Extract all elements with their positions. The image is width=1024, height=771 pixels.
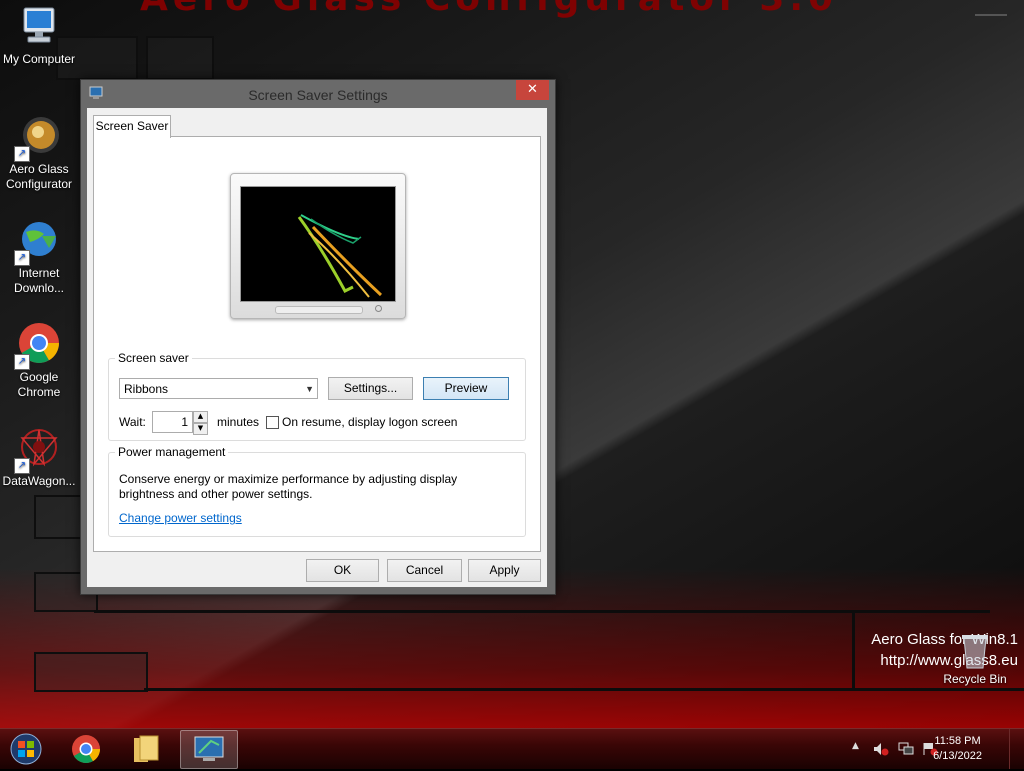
stepper-down-icon[interactable]: ▼ [193, 423, 208, 435]
icon-label: Google Chrome [17, 370, 61, 399]
monitor-base [275, 306, 363, 314]
wait-label: Wait: [119, 415, 146, 429]
preview-screen [240, 186, 396, 302]
wallpaper-line [144, 688, 1024, 691]
screen-saver-icon [194, 736, 224, 761]
desktop-icon-internet-download-manager[interactable]: ↗ Internet Downlo... [1, 218, 77, 296]
icon-label: Aero Glass Configurator [5, 162, 73, 191]
tab-screen-saver[interactable]: Screen Saver [93, 115, 171, 138]
logon-screen-checkbox[interactable] [266, 416, 279, 429]
monitor-power-led [375, 305, 382, 312]
chrome-icon: ↗ [14, 322, 62, 370]
screen-saver-selected-value: Ribbons [124, 382, 169, 396]
desktop-icon-google-chrome[interactable]: ↗ Google Chrome [1, 322, 77, 400]
network-icon[interactable] [898, 742, 914, 756]
cancel-button[interactable]: Cancel [387, 559, 462, 582]
dialog-client-area: Screen Saver Screen saver Ribbons ▼ Sett… [87, 108, 547, 587]
power-management-legend: Power management [118, 445, 226, 459]
volume-muted-icon[interactable] [873, 742, 889, 756]
desktop-icon-datawagon[interactable]: ↗ DataWagon... [1, 426, 77, 489]
minutes-label: minutes [217, 415, 260, 429]
file-explorer-icon [134, 735, 159, 762]
icon-label: Recycle Bin [943, 672, 1007, 686]
dialog-titlebar[interactable]: Screen Saver Settings ✕ [81, 80, 555, 108]
desktop-icon-my-computer[interactable]: My Computer [1, 4, 77, 67]
screen-saver-legend: Screen saver [118, 351, 189, 365]
power-management-group: Power management Conserve energy or maxi… [108, 445, 526, 537]
icon-label: My Computer [2, 52, 76, 66]
clock-date: 6/13/2022 [933, 750, 982, 762]
desktop-icon-aero-glass-configurator[interactable]: ↗ Aero Glass Configurator [1, 114, 77, 192]
screen-saver-group: Screen saver Ribbons ▼ Settings... Previ… [108, 351, 526, 441]
stepper-up-icon[interactable]: ▲ [193, 411, 208, 423]
wallpaper-panel [34, 495, 82, 539]
screen-saver-settings-dialog: Screen Saver Settings ✕ Screen Saver Scr… [80, 79, 556, 595]
clock-time: 11:58 PM [934, 735, 981, 747]
apply-button[interactable]: Apply [468, 559, 541, 582]
internet-download-manager-icon: ↗ [14, 218, 62, 266]
system-clock[interactable]: 11:58 PM 6/13/2022 [933, 734, 982, 764]
start-button[interactable] [6, 731, 46, 767]
shortcut-arrow-icon: ↗ [14, 458, 30, 474]
tab-panel: Screen saver Ribbons ▼ Settings... Previ… [93, 136, 541, 552]
recycle-bin-icon [958, 630, 992, 670]
settings-button[interactable]: Settings... [328, 377, 413, 400]
wallpaper-line [975, 14, 1007, 16]
ok-button[interactable]: OK [306, 559, 379, 582]
taskbar-screen-saver-settings[interactable] [180, 730, 238, 769]
dialog-title: Screen Saver Settings [248, 87, 388, 103]
chevron-down-icon: ▼ [305, 384, 314, 394]
aero-glass-icon: ↗ [14, 114, 62, 162]
shortcut-arrow-icon: ↗ [14, 146, 30, 162]
shortcut-arrow-icon: ↗ [14, 354, 30, 370]
start-orb-icon [10, 733, 42, 765]
wait-minutes-input[interactable]: 1 [152, 411, 193, 433]
tray-chevron-icon[interactable]: ▲ [852, 741, 859, 751]
shortcut-arrow-icon: ↗ [14, 250, 30, 266]
taskbar: ▲ 11:58 PM 6/13/2022 [0, 728, 1024, 769]
datawagon-icon: ↗ [14, 426, 62, 474]
preview-button[interactable]: Preview [423, 377, 509, 400]
computer-icon [16, 4, 62, 50]
icon-label: DataWagon... [2, 474, 76, 488]
wallpaper-panel [34, 652, 148, 692]
close-button[interactable]: ✕ [516, 80, 549, 100]
show-desktop-button[interactable] [1009, 729, 1024, 769]
power-description: Conserve energy or maximize performance … [119, 472, 458, 501]
wallpaper-line [94, 610, 990, 613]
taskbar-file-explorer[interactable] [118, 730, 174, 767]
screen-saver-select[interactable]: Ribbons ▼ [119, 378, 318, 399]
change-power-settings-link[interactable]: Change power settings [119, 511, 242, 525]
logon-screen-label[interactable]: On resume, display logon screen [282, 415, 457, 429]
wallpaper-panel [146, 36, 214, 80]
wait-stepper[interactable]: ▲ ▼ [193, 411, 208, 435]
preview-monitor [230, 173, 406, 319]
icon-label: Internet Downlo... [13, 266, 65, 295]
wallpaper-line [852, 610, 855, 690]
wallpaper-banner: Aero Glass Configurator 3.0 [140, 0, 838, 19]
chrome-icon [72, 735, 100, 763]
taskbar-chrome[interactable] [58, 730, 114, 767]
desktop-icon-recycle-bin[interactable]: Recycle Bin [937, 630, 1013, 687]
